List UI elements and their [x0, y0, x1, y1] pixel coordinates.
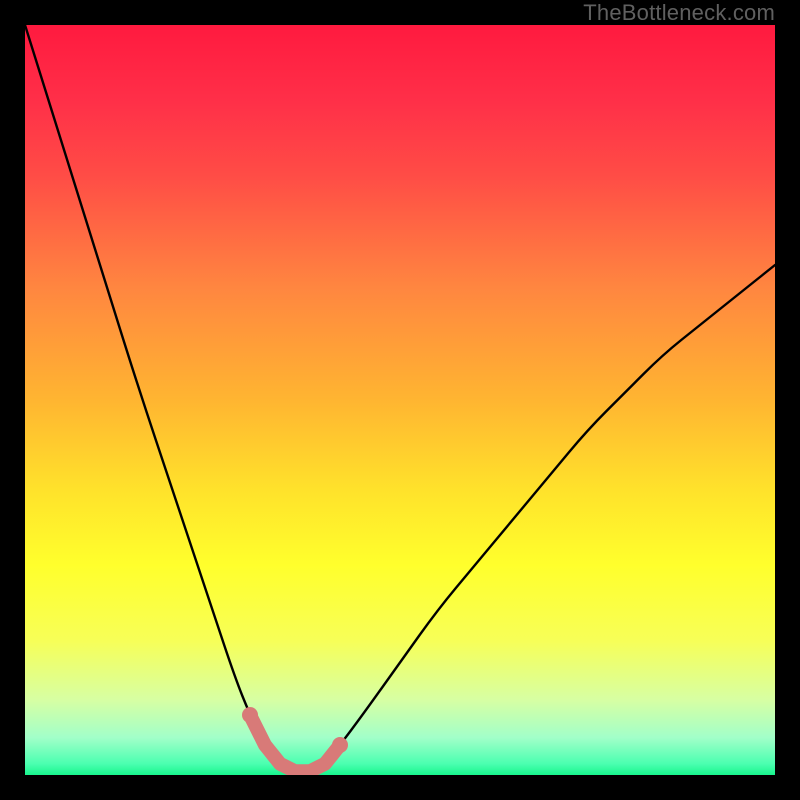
watermark-text: TheBottleneck.com [583, 0, 775, 26]
plot-area [25, 25, 775, 775]
chart-frame: TheBottleneck.com [0, 0, 800, 800]
highlight-zone [25, 25, 775, 775]
